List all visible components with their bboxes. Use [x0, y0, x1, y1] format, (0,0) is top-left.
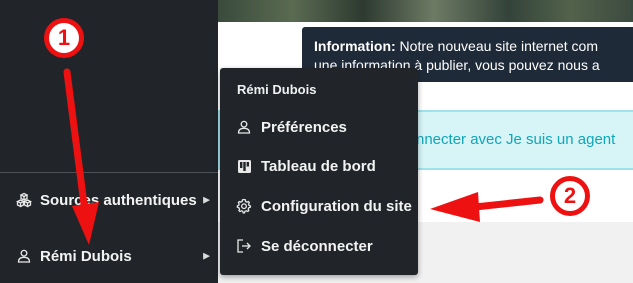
menu-item-tableau-de-bord[interactable]: Tableau de bord: [220, 150, 418, 182]
sidebar-item-sources-authentiques[interactable]: Sources authentiques ▶: [0, 181, 218, 219]
info-label: Information:: [314, 38, 396, 54]
connect-agent-text[interactable]: nnecter avec Je suis un agent: [416, 131, 615, 148]
sidebar-item-label: Sources authentiques: [40, 191, 197, 209]
header-photo: [218, 0, 633, 22]
menu-item-label: Configuration du site: [261, 197, 412, 215]
menu-title: Rémi Dubois: [237, 82, 317, 97]
sidebar: Sources authentiques ▶ Rémi Dubois ▶: [0, 0, 218, 283]
dashboard-icon: [236, 158, 252, 174]
sidebar-divider: [0, 172, 218, 173]
gear-icon: [236, 198, 252, 214]
user-dropdown-menu: Rémi Dubois Préférences Tableau de bord: [220, 68, 418, 275]
caret-right-icon: ▶: [203, 194, 210, 205]
menu-item-configuration-du-site[interactable]: Configuration du site: [220, 190, 418, 222]
menu-item-label: Se déconnecter: [261, 237, 373, 255]
menu-item-se-deconnecter[interactable]: Se déconnecter: [220, 230, 418, 262]
sidebar-item-remi-dubois[interactable]: Rémi Dubois ▶: [0, 237, 218, 275]
menu-item-label: Tableau de bord: [261, 157, 376, 175]
annotation-badge-2: 2: [550, 176, 590, 216]
sidebar-item-label: Rémi Dubois: [40, 247, 132, 265]
caret-right-icon: ▶: [203, 250, 210, 261]
annotation-badge-1: 1: [44, 18, 84, 58]
info-line-1: Notre nouveau site internet com: [399, 38, 598, 54]
cubes-icon: [16, 192, 32, 208]
user-icon: [236, 119, 252, 135]
menu-item-preferences[interactable]: Préférences: [220, 111, 418, 143]
user-icon: [16, 248, 32, 264]
menu-item-label: Préférences: [261, 118, 347, 136]
logout-icon: [236, 238, 252, 254]
